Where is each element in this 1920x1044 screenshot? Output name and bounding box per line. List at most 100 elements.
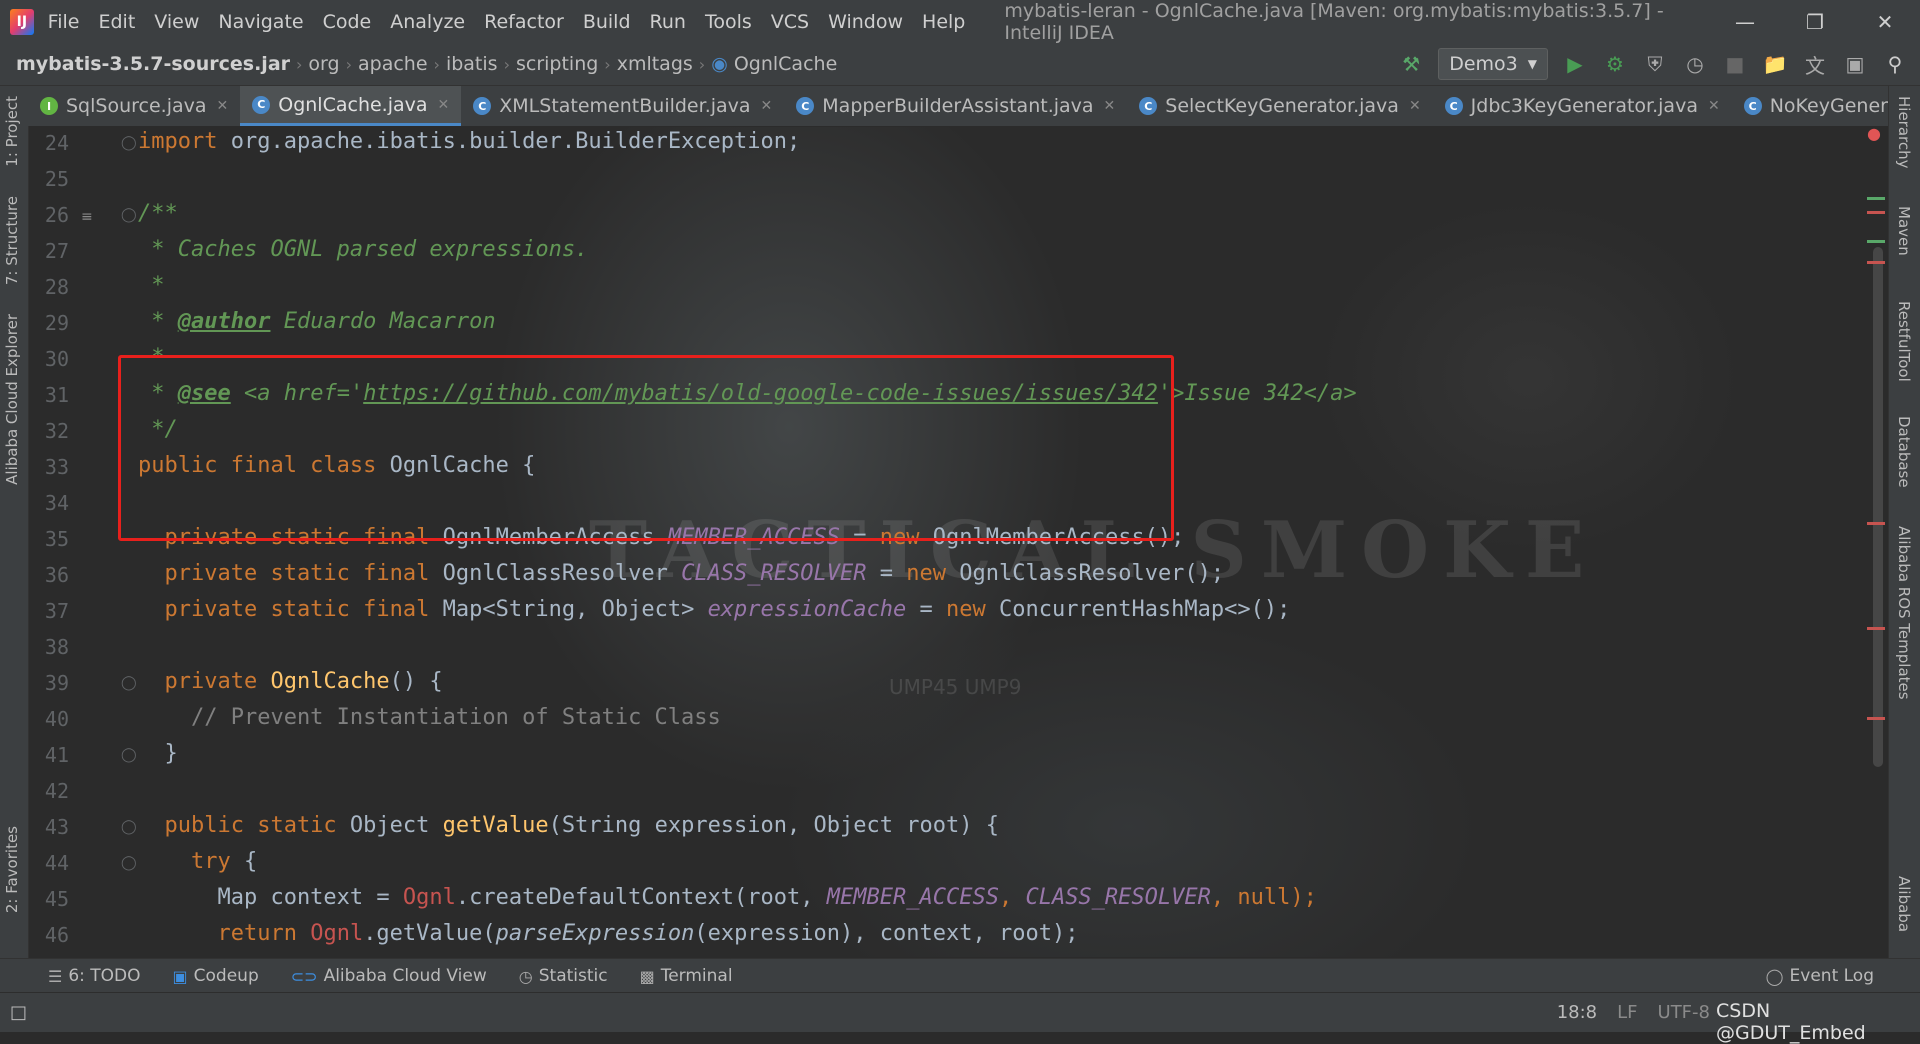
project-structure-icon[interactable]: 📁 bbox=[1762, 51, 1788, 77]
close-icon[interactable]: ✕ bbox=[761, 98, 773, 114]
toolbar: ⚒ Demo3 ▼ ▶ ⚙ ⛨ ◷ ■ 📁 文 ▣ ⚲ bbox=[1398, 48, 1920, 80]
tool-project[interactable]: 1: Project bbox=[3, 96, 21, 167]
editor-scrollbar[interactable] bbox=[1873, 247, 1883, 767]
close-icon[interactable]: ✕ bbox=[217, 98, 229, 114]
tool-alibaba-ros-templates[interactable]: Alibaba ROS Templates bbox=[1895, 526, 1913, 700]
marker-error[interactable] bbox=[1867, 627, 1885, 630]
tool-maven[interactable]: Maven bbox=[1895, 206, 1913, 256]
breadcrumb-scripting[interactable]: scripting bbox=[510, 53, 604, 75]
file-encoding[interactable]: UTF-8 bbox=[1658, 1002, 1710, 1023]
fold-icon[interactable]: ◯ bbox=[121, 135, 137, 151]
menu-run[interactable]: Run bbox=[650, 11, 686, 33]
line-number: 46 bbox=[44, 923, 69, 947]
caret-position[interactable]: 18:8 bbox=[1557, 1002, 1597, 1023]
code-javadoc: * bbox=[138, 309, 178, 334]
tab-label: NoKeyGenerator.java bbox=[1769, 95, 1888, 117]
menu-view[interactable]: View bbox=[154, 11, 199, 33]
terminal-toggle-icon[interactable]: ▣ bbox=[1842, 51, 1868, 77]
tool-alibaba-cloud-view[interactable]: ⊂⊃ Alibaba Cloud View bbox=[291, 966, 487, 986]
tab-jdbc3keygenerator[interactable]: C Jdbc3KeyGenerator.java ✕ bbox=[1433, 86, 1732, 126]
fold-icon[interactable]: ◯ bbox=[121, 855, 137, 871]
breadcrumb-ibatis[interactable]: ibatis bbox=[440, 53, 504, 75]
marker-error[interactable] bbox=[1867, 522, 1885, 525]
tab-ognlcache[interactable]: C OgnlCache.java ✕ bbox=[240, 86, 462, 126]
menu-analyze[interactable]: Analyze bbox=[390, 11, 465, 33]
breadcrumb-ognlcache[interactable]: ◉ OgnlCache bbox=[705, 53, 843, 75]
tool-todo[interactable]: ☰ 6: TODO bbox=[48, 966, 141, 986]
menu-build[interactable]: Build bbox=[583, 11, 631, 33]
menu-navigate[interactable]: Navigate bbox=[218, 11, 303, 33]
fold-icon[interactable]: ◯ bbox=[121, 675, 137, 691]
tab-selectkeygenerator[interactable]: C SelectKeyGenerator.java ✕ bbox=[1127, 86, 1432, 126]
tool-restfultool[interactable]: RestfulTool bbox=[1895, 301, 1913, 382]
search-icon[interactable]: ⚲ bbox=[1882, 51, 1908, 77]
run-icon[interactable]: ▶ bbox=[1562, 51, 1588, 77]
tool-favorites[interactable]: 2: Favorites bbox=[3, 826, 21, 913]
menu-edit[interactable]: Edit bbox=[98, 11, 135, 33]
tab-xmlstatementbuilder[interactable]: C XMLStatementBuilder.java ✕ bbox=[461, 86, 784, 126]
tool-alibaba[interactable]: Alibaba bbox=[1895, 876, 1913, 932]
code-line-28: * bbox=[138, 273, 165, 298]
error-indicator-icon[interactable]: ● bbox=[1867, 127, 1881, 143]
intellij-logo-icon[interactable]: IJ bbox=[10, 8, 34, 35]
build-hammer-icon[interactable]: ⚒ bbox=[1398, 51, 1424, 77]
menu-code[interactable]: Code bbox=[323, 11, 372, 33]
tool-codeup[interactable]: ▣ Codeup bbox=[173, 966, 259, 986]
coverage-icon[interactable]: ⛨ bbox=[1642, 51, 1668, 77]
tool-event-log[interactable]: ◯ Event Log bbox=[1766, 966, 1874, 986]
editor-tabs: I SqlSource.java ✕ C OgnlCache.java ✕ C … bbox=[28, 86, 1888, 126]
fold-icon[interactable]: ◯ bbox=[121, 207, 137, 223]
close-icon[interactable]: ✕ bbox=[438, 97, 450, 113]
menu-help[interactable]: Help bbox=[922, 11, 965, 33]
tab-nokeygenerator[interactable]: C NoKeyGenerator.java bbox=[1732, 86, 1888, 126]
tool-terminal[interactable]: ▩ Terminal bbox=[640, 966, 733, 986]
restore-icon[interactable]: ❐ bbox=[1780, 10, 1850, 34]
breadcrumb-xmltags[interactable]: xmltags bbox=[611, 53, 699, 75]
code-line-39: private OgnlCache() { bbox=[138, 669, 442, 694]
menu-refactor[interactable]: Refactor bbox=[484, 11, 564, 33]
marker-error[interactable] bbox=[1867, 717, 1885, 720]
profile-icon[interactable]: ◷ bbox=[1682, 51, 1708, 77]
marker-error[interactable] bbox=[1867, 211, 1885, 214]
fold-icon[interactable]: ◯ bbox=[121, 819, 137, 835]
breadcrumb-apache[interactable]: apache bbox=[352, 53, 434, 75]
tab-mapperbuilderassistant[interactable]: C MapperBuilderAssistant.java ✕ bbox=[784, 86, 1127, 126]
close-icon[interactable]: ✕ bbox=[1409, 98, 1421, 114]
line-separator[interactable]: LF bbox=[1617, 1002, 1637, 1023]
tab-sqlsource[interactable]: I SqlSource.java ✕ bbox=[28, 86, 240, 126]
tool-alibaba-cloud-explorer[interactable]: Alibaba Cloud Explorer bbox=[3, 314, 21, 485]
code-editor[interactable]: TACTICAL SMOKE UMP45 UMP9 24 25 26 27 28… bbox=[29, 127, 1887, 957]
tool-statistic[interactable]: ◷ Statistic bbox=[519, 966, 608, 986]
fold-icon[interactable]: ◯ bbox=[121, 747, 137, 763]
breadcrumb-jar[interactable]: mybatis-3.5.7-sources.jar bbox=[0, 53, 296, 75]
toggle-tool-windows-icon[interactable]: □ bbox=[10, 1002, 27, 1023]
translate-icon[interactable]: 文 bbox=[1802, 51, 1828, 78]
debug-icon[interactable]: ⚙ bbox=[1602, 51, 1628, 77]
code-javadoc: Eduardo Macarron bbox=[270, 309, 496, 334]
marker-ok[interactable] bbox=[1867, 197, 1885, 200]
close-icon[interactable]: ✕ bbox=[1850, 10, 1920, 34]
tool-database[interactable]: Database bbox=[1895, 416, 1913, 488]
line-number: 40 bbox=[44, 707, 69, 731]
line-number: 24 bbox=[44, 131, 69, 155]
breadcrumb-org[interactable]: org bbox=[302, 53, 345, 75]
close-icon[interactable]: ✕ bbox=[1104, 98, 1116, 114]
menu-tools[interactable]: Tools bbox=[705, 11, 752, 33]
marker-error[interactable] bbox=[1867, 261, 1885, 264]
code-static-field: CLASS_RESOLVER bbox=[1025, 885, 1211, 910]
menu-file[interactable]: File bbox=[48, 11, 80, 33]
line-number: 44 bbox=[44, 851, 69, 875]
run-config-select[interactable]: Demo3 ▼ bbox=[1438, 48, 1548, 80]
tool-hierarchy[interactable]: Hierarchy bbox=[1895, 96, 1913, 169]
menu-vcs[interactable]: VCS bbox=[771, 11, 809, 33]
code-line-41: } bbox=[138, 741, 178, 766]
stop-icon[interactable]: ■ bbox=[1722, 51, 1748, 77]
minimize-icon[interactable]: — bbox=[1710, 10, 1780, 34]
marker-ok[interactable] bbox=[1867, 240, 1885, 243]
close-icon[interactable]: ✕ bbox=[1708, 98, 1720, 114]
tool-structure[interactable]: 7: Structure bbox=[3, 196, 21, 285]
line-number: 33 bbox=[44, 455, 69, 479]
doc-render-toggle-icon[interactable]: ≡ bbox=[81, 209, 93, 225]
code-line-37: private static final Map<String, Object>… bbox=[138, 597, 1290, 622]
menu-window[interactable]: Window bbox=[828, 11, 903, 33]
